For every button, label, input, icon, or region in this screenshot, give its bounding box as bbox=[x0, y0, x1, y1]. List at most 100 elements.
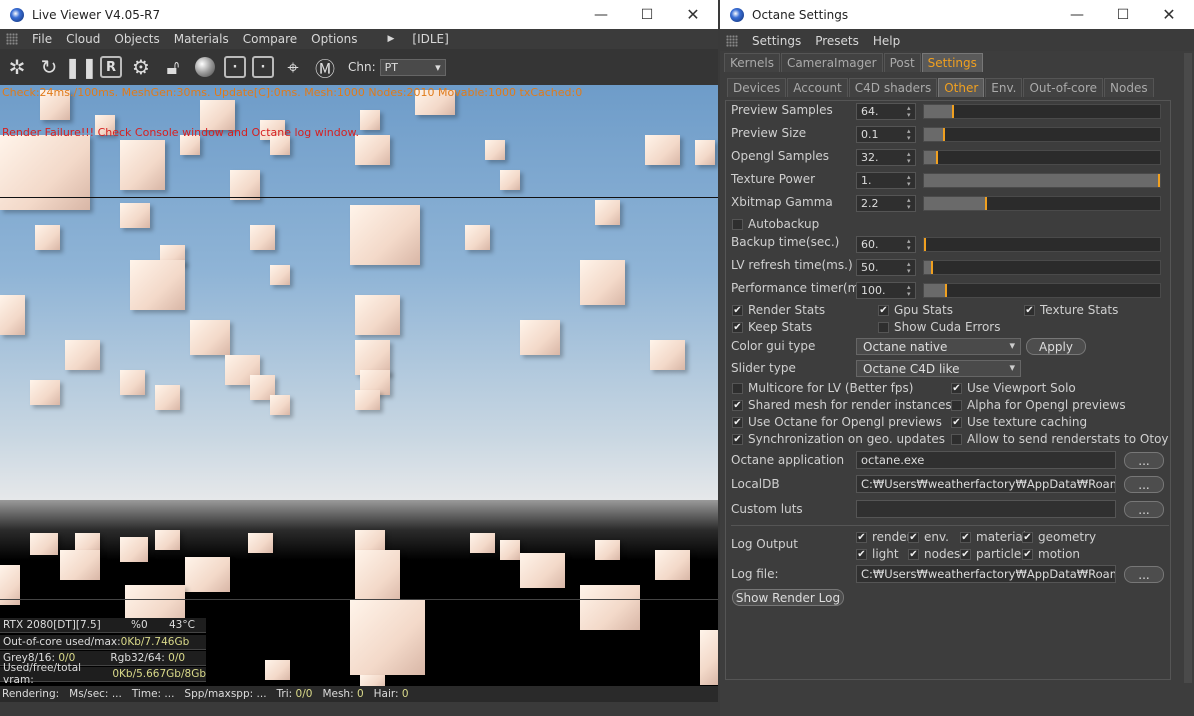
texture-power-slider[interactable] bbox=[923, 173, 1161, 188]
render-viewport[interactable]: Check:24ms./100ms. MeshGen:30ms. Update[… bbox=[0, 85, 718, 686]
slider-type-dropdown[interactable]: Octane C4D like bbox=[856, 360, 1021, 377]
gpu-temp: 43°C bbox=[169, 619, 195, 631]
preview-samples-slider[interactable] bbox=[923, 104, 1161, 119]
log-geometry-checkbox[interactable]: ✔ geometry bbox=[1022, 530, 1096, 544]
tab-devices[interactable]: Devices bbox=[727, 78, 787, 97]
tab-c4d-shaders[interactable]: C4D shaders bbox=[848, 78, 938, 97]
localdb-browse-button[interactable]: ... bbox=[1124, 476, 1164, 493]
close-icon[interactable]: ✕ bbox=[670, 0, 716, 29]
log-material-checkbox[interactable]: ✔ material bbox=[960, 530, 1026, 544]
autobackup-checkbox[interactable]: Autobackup bbox=[732, 217, 819, 231]
log-env-checkbox[interactable]: ✔ env. bbox=[908, 530, 949, 544]
keep-stats-checkbox[interactable]: ✔ Keep Stats bbox=[732, 320, 812, 334]
tab-other[interactable]: Other bbox=[938, 78, 985, 97]
multicore-lv-checkbox[interactable]: Multicore for LV (Better fps) bbox=[732, 381, 913, 395]
log-particle-checkbox[interactable]: ✔ particle bbox=[960, 547, 1021, 561]
menu-materials[interactable]: Materials bbox=[174, 32, 229, 46]
texture-power-input[interactable]: 1. bbox=[856, 172, 916, 189]
tab-out-of-core[interactable]: Out-of-core bbox=[1023, 78, 1104, 97]
tab-kernels[interactable]: Kernels bbox=[724, 53, 780, 72]
xbitmap-gamma-input[interactable]: 2.2 bbox=[856, 195, 916, 212]
preview-size-slider[interactable] bbox=[923, 127, 1161, 142]
preview-size-input[interactable]: 0.1 bbox=[856, 126, 916, 143]
custom-luts-browse-button[interactable]: ... bbox=[1124, 501, 1164, 518]
log-motion-checkbox[interactable]: ✔ motion bbox=[1022, 547, 1080, 561]
region-render-icon[interactable]: R bbox=[100, 56, 122, 78]
shared-mesh-checkbox[interactable]: ✔ Shared mesh for render instances bbox=[732, 398, 952, 412]
viewport-solo-checkbox[interactable]: ✔ Use Viewport Solo bbox=[951, 381, 1076, 395]
live-viewer-titlebar[interactable]: Live Viewer V4.05-R7 — ☐ ✕ bbox=[0, 0, 718, 29]
tab-account[interactable]: Account bbox=[787, 78, 848, 97]
close-icon[interactable]: ✕ bbox=[1146, 0, 1192, 29]
texture-caching-checkbox[interactable]: ✔ Use texture caching bbox=[951, 415, 1087, 429]
send-scene-icon[interactable]: ✲ bbox=[4, 54, 30, 80]
material-sphere-icon[interactable] bbox=[192, 54, 218, 80]
octane-app-browse-button[interactable]: ... bbox=[1124, 452, 1164, 469]
settings-scrollbar[interactable] bbox=[1184, 53, 1192, 683]
settings-titlebar[interactable]: Octane Settings — ☐ ✕ bbox=[720, 0, 1194, 29]
menu-options[interactable]: Options bbox=[311, 32, 357, 46]
tab-cameraimager[interactable]: CameraImager bbox=[780, 53, 883, 72]
pick-material-icon[interactable]: · bbox=[252, 56, 274, 78]
checkbox-label: env. bbox=[924, 530, 949, 544]
lock-icon[interactable]: 🔓︎ bbox=[160, 54, 186, 80]
apply-button[interactable]: Apply bbox=[1026, 338, 1086, 355]
maximize-icon[interactable]: ☐ bbox=[624, 0, 670, 29]
custom-luts-input[interactable] bbox=[856, 500, 1116, 518]
menu-settings[interactable]: Settings bbox=[752, 34, 801, 48]
opengl-samples-slider[interactable] bbox=[923, 150, 1161, 165]
render-cube bbox=[465, 225, 490, 250]
menu-cloud[interactable]: Cloud bbox=[66, 32, 100, 46]
color-gui-dropdown[interactable]: Octane native bbox=[856, 338, 1021, 355]
tab-nodes[interactable]: Nodes bbox=[1104, 78, 1154, 97]
menu-compare[interactable]: Compare bbox=[243, 32, 297, 46]
show-cuda-errors-checkbox[interactable]: Show Cuda Errors bbox=[878, 320, 1000, 334]
preview-samples-input[interactable]: 64. bbox=[856, 103, 916, 120]
texture-stats-checkbox[interactable]: ✔ Texture Stats bbox=[1024, 303, 1118, 317]
performance-timer-slider[interactable] bbox=[923, 283, 1161, 298]
menu-file[interactable]: File bbox=[32, 32, 52, 46]
sync-geo-checkbox[interactable]: ✔ Synchronization on geo. updates bbox=[732, 432, 945, 446]
gpu-stats-checkbox[interactable]: ✔ Gpu Stats bbox=[878, 303, 953, 317]
lv-refresh-slider[interactable] bbox=[923, 260, 1161, 275]
render-stats-checkbox[interactable]: ✔ Render Stats bbox=[732, 303, 825, 317]
time-value: ... bbox=[164, 688, 175, 700]
pick-material-pin-icon[interactable]: Ⓜ bbox=[312, 54, 338, 81]
backup-time-slider[interactable] bbox=[923, 237, 1161, 252]
maximize-icon[interactable]: ☐ bbox=[1100, 0, 1146, 29]
xbitmap-gamma-slider[interactable] bbox=[923, 196, 1161, 211]
send-renderstats-checkbox[interactable]: Allow to send renderstats to Otoy bbox=[951, 432, 1169, 446]
minimize-icon[interactable]: — bbox=[1054, 0, 1100, 29]
octane-opengl-checkbox[interactable]: ✔ Use Octane for Opengl previews bbox=[732, 415, 942, 429]
alpha-opengl-checkbox[interactable]: Alpha for Opengl previews bbox=[951, 398, 1126, 412]
backup-time-input[interactable]: 60. bbox=[856, 236, 916, 253]
performance-timer-input[interactable]: 100. bbox=[856, 282, 916, 299]
minimize-icon[interactable]: — bbox=[578, 0, 624, 29]
settings-gear-icon[interactable]: ⚙ bbox=[128, 54, 154, 80]
pick-focus-pin-icon[interactable]: ⌖ bbox=[280, 54, 306, 80]
log-file-input[interactable]: C:₩Users₩weatherfactory₩AppData₩Roaming₩… bbox=[856, 565, 1116, 583]
checkbox-box: ✔ bbox=[1024, 304, 1035, 316]
slider-type-label: Slider type bbox=[731, 359, 796, 377]
menu-help[interactable]: Help bbox=[873, 34, 900, 48]
restart-icon[interactable]: ↻ bbox=[36, 54, 62, 80]
log-render-checkbox[interactable]: ✔ render bbox=[856, 530, 912, 544]
show-render-log-button[interactable]: Show Render Log bbox=[732, 589, 844, 606]
lv-refresh-input[interactable]: 50. bbox=[856, 259, 916, 276]
menu-overflow-icon[interactable]: ▶ bbox=[387, 34, 394, 44]
log-file-browse-button[interactable]: ... bbox=[1124, 566, 1164, 583]
pick-focus-icon[interactable]: · bbox=[224, 56, 246, 78]
tab-post[interactable]: Post bbox=[883, 53, 921, 72]
opengl-samples-input[interactable]: 32. bbox=[856, 149, 916, 166]
pause-icon[interactable]: ❚❚ bbox=[64, 54, 98, 80]
channel-dropdown[interactable]: PT ▾ bbox=[379, 58, 446, 76]
log-nodes-checkbox[interactable]: ✔ nodes bbox=[908, 547, 960, 561]
ooc-label: Out-of-core used/max: bbox=[3, 636, 121, 648]
tab-env[interactable]: Env. bbox=[985, 78, 1023, 97]
menu-objects[interactable]: Objects bbox=[114, 32, 159, 46]
log-light-checkbox[interactable]: ✔ light bbox=[856, 547, 899, 561]
tab-settings[interactable]: Settings bbox=[921, 53, 983, 72]
octane-app-input[interactable]: octane.exe bbox=[856, 451, 1116, 469]
menu-presets[interactable]: Presets bbox=[815, 34, 859, 48]
localdb-input[interactable]: C:₩Users₩weatherfactory₩AppData₩Roaming₩… bbox=[856, 475, 1116, 493]
